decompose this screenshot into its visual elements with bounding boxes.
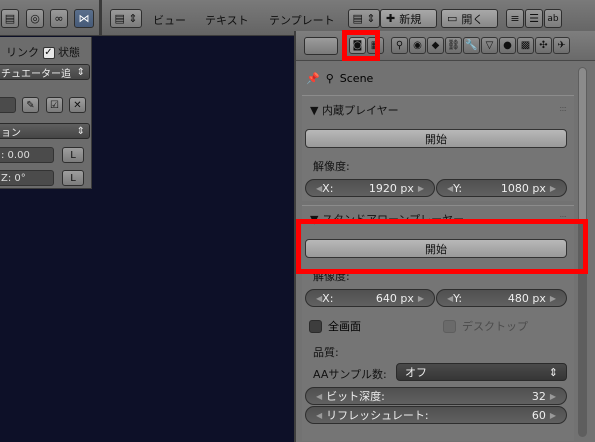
word-wrap-toggle-icon[interactable]: ☰ (525, 9, 543, 28)
desktop-checkbox[interactable]: デスクトップ (443, 318, 528, 334)
embedded-resolution-label: 解像度: (313, 160, 350, 173)
right-arrow-icon: ▶ (549, 391, 556, 401)
panel-grip-icon[interactable]: :::: (559, 104, 567, 113)
right-arrow-icon: ▶ (549, 293, 556, 303)
left-arrow-icon: ◀ (316, 391, 323, 401)
scene-icon[interactable]: ⚲ (391, 37, 408, 54)
link-label: リンク (6, 46, 39, 59)
right-arrow-icon: ▶ (417, 293, 424, 303)
physics-icon[interactable]: ✈ (553, 37, 570, 54)
pin-icon[interactable]: ✎ (22, 97, 39, 113)
left-arrow-icon: ◀ (316, 410, 323, 420)
refresh-rate-field[interactable]: ◀ リフレッシュレート: 60 ▶ (305, 406, 567, 424)
embedded-resolution-x[interactable]: ◀ X: 1920 px ▶ (305, 179, 435, 197)
blender-window: ▤ ◎ ∞ ⋈ ▤ ⇕ ビュー テキスト テンプレート ▤ ⇕ ✚ 新規 ▭ 開… (0, 0, 595, 442)
panel-header-embedded[interactable]: ▼ 内蔵プレイヤー (310, 102, 399, 118)
menu-templates[interactable]: テンプレート (269, 12, 335, 28)
local-toggle-button-z[interactable]: L (62, 170, 84, 186)
state-checkbox[interactable]: ✓ (42, 47, 55, 59)
fullscreen-checkbox[interactable]: 全画面 (309, 318, 361, 334)
line-numbers-toggle-icon[interactable]: ≡ (506, 9, 524, 28)
updown-icon: ⇕ (76, 66, 85, 78)
close-icon[interactable]: ✕ (69, 97, 86, 113)
editor-type-icon[interactable] (304, 37, 338, 55)
menu-view[interactable]: ビュー (153, 12, 186, 28)
plus-icon: ✚ (386, 12, 396, 25)
updown-icon: ⇕ (548, 365, 558, 379)
standalone-resolution-y[interactable]: ◀ Y: 480 px ▶ (436, 289, 567, 307)
area-divider[interactable] (99, 0, 102, 36)
data-icon[interactable]: ▽ (481, 37, 498, 54)
standalone-resolution-x[interactable]: ◀ X: 640 px ▶ (305, 289, 435, 307)
motion-type-select[interactable]: ョン ⇕ (0, 123, 90, 139)
editor-type-icon[interactable]: ▤ (1, 9, 19, 28)
embedded-player-panel: ▼ 内蔵プレイヤー :::: 開始 解像度: ◀ X: 1920 px ▶ ◀ … (302, 95, 574, 201)
breadcrumb: 📌 ⚲ Scene (306, 72, 373, 85)
aa-samples-dropdown[interactable]: オフ ⇕ (396, 363, 567, 381)
link-icon[interactable]: ∞ (50, 9, 68, 28)
text-block-browse-icon[interactable]: ▤ ⇕ (348, 9, 380, 28)
new-text-button[interactable]: ✚ 新規 (380, 9, 437, 28)
text-editor-type-icon[interactable]: ▤ ⇕ (110, 9, 142, 28)
checkbox-box[interactable] (309, 319, 322, 333)
quality-label: 品質: (313, 346, 339, 359)
modifiers-icon[interactable]: 🔧 (463, 37, 480, 54)
right-arrow-icon: ▶ (549, 183, 556, 193)
updown-icon: ⇕ (76, 125, 85, 137)
new-label: 新規 (399, 12, 422, 26)
value-field[interactable]: : 0.00 (0, 147, 54, 163)
circle-icon[interactable]: ◎ (26, 9, 44, 28)
material-icon[interactable]: ● (499, 37, 516, 54)
scrollbar-thumb[interactable] (579, 68, 586, 223)
logic-editor-panel: リンク ✓ 状態 チュエーター追 ⇕ ✎ ☑ ✕ ョン ⇕ : 0.00 L Z… (0, 37, 92, 189)
aa-samples-label: AAサンプル数: (313, 368, 387, 381)
timeline-icon[interactable]: ⋈ (74, 9, 94, 28)
checkbox-icon[interactable]: ☑ (46, 97, 63, 113)
bit-depth-field[interactable]: ◀ ビット深度: 32 ▶ (305, 387, 567, 405)
texture-icon[interactable]: ▩ (517, 37, 534, 54)
highlight-render-tab (342, 30, 380, 61)
open-label: 開く (461, 12, 484, 26)
highlight-standalone-start (296, 219, 588, 274)
right-arrow-icon: ▶ (549, 410, 556, 420)
add-actuator-select[interactable]: チュエーター追 ⇕ (0, 64, 90, 80)
constraints-icon[interactable]: ⛓ (445, 37, 462, 54)
pin-icon[interactable]: 📌 (306, 72, 320, 85)
embedded-resolution-y[interactable]: ◀ Y: 1080 px ▶ (436, 179, 567, 197)
checkbox-box[interactable] (443, 319, 456, 333)
z-rotation-field[interactable]: Z: 0° (0, 170, 54, 186)
actuator-name-field[interactable] (0, 97, 16, 113)
object-icon[interactable]: ◆ (427, 37, 444, 54)
state-label: 状態 (58, 46, 80, 59)
link-state-row: リンク ✓ 状態 (6, 44, 80, 60)
menu-text[interactable]: テキスト (205, 12, 249, 28)
local-toggle-button[interactable]: L (62, 147, 84, 163)
folder-icon: ▭ (447, 12, 458, 25)
syntax-highlight-toggle-icon[interactable]: ab (544, 9, 562, 28)
right-arrow-icon: ▶ (417, 183, 424, 193)
properties-header: ◙ ▦ ⚲ ◉ ◆ ⛓ 🔧 ▽ ● ▩ ✣ ✈ (296, 31, 595, 61)
breadcrumb-scene: Scene (339, 72, 374, 85)
open-text-button[interactable]: ▭ 開く (441, 9, 498, 28)
particles-icon[interactable]: ✣ (535, 37, 552, 54)
world-icon[interactable]: ◉ (409, 37, 426, 54)
embedded-start-button[interactable]: 開始 (305, 129, 567, 148)
scene-icon: ⚲ (325, 72, 334, 85)
